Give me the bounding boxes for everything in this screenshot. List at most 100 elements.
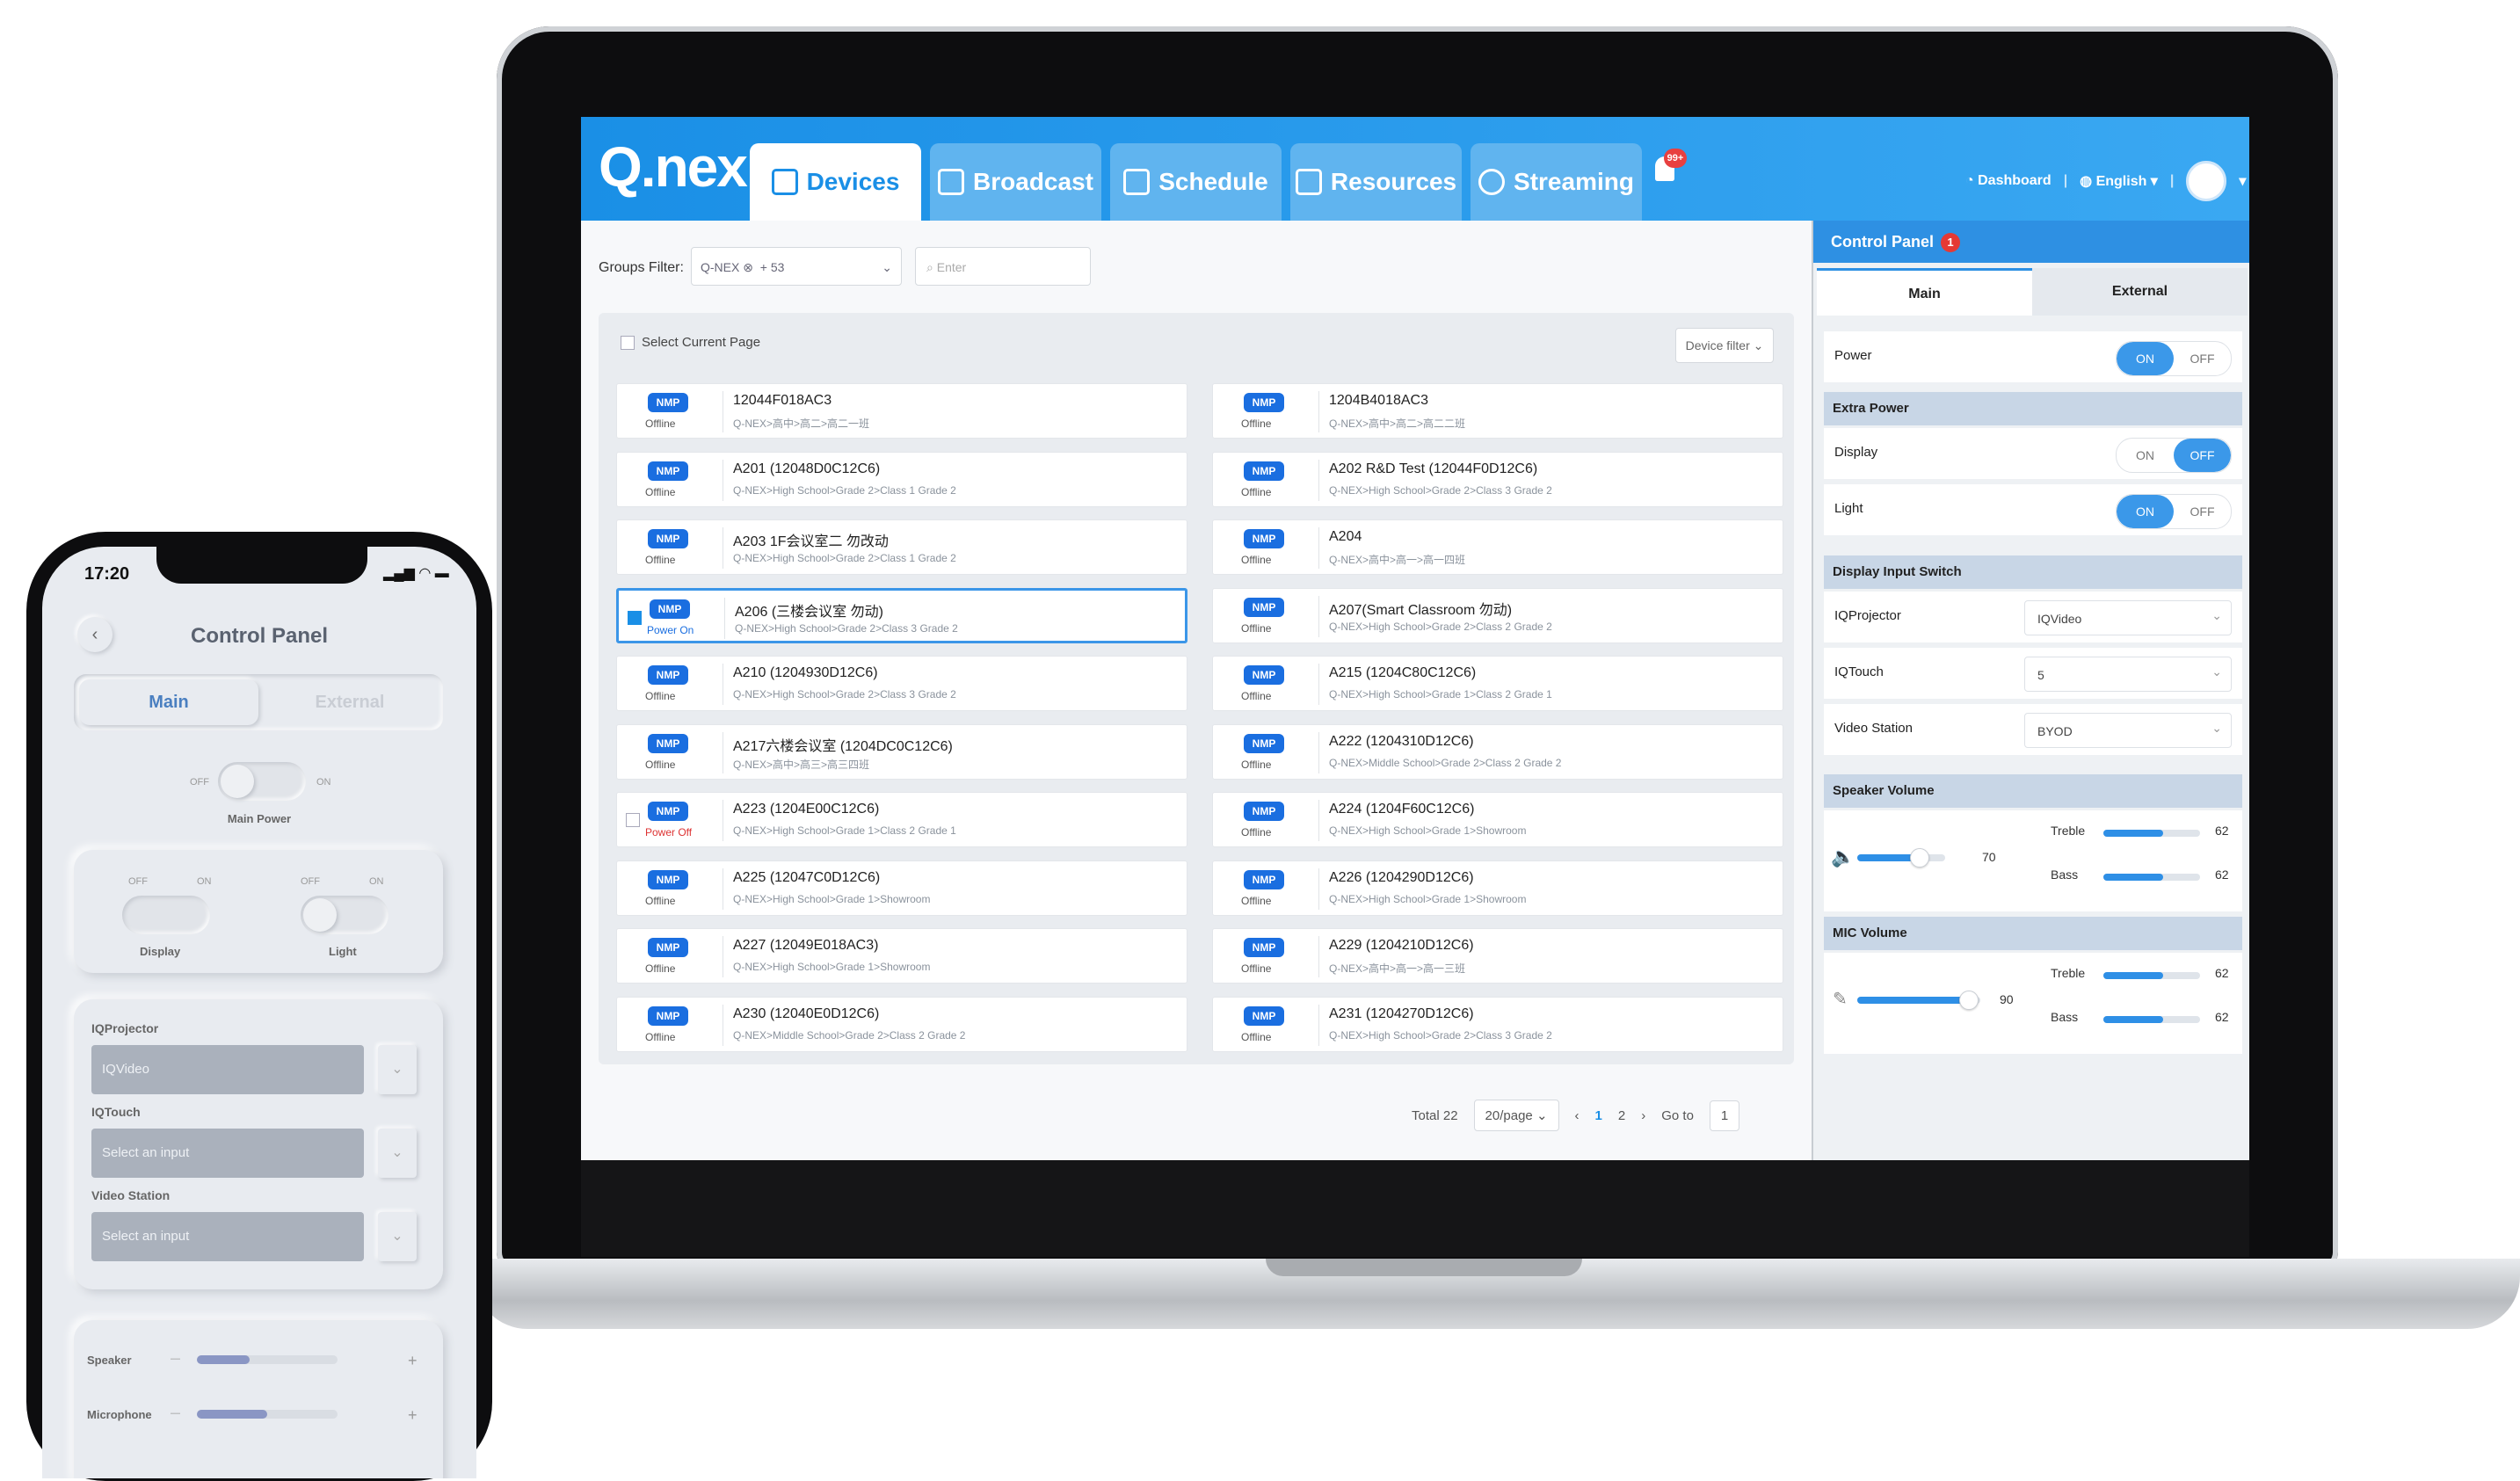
phone-speaker-slider[interactable] xyxy=(197,1355,338,1364)
tab-devices[interactable]: Devices xyxy=(750,143,921,221)
light-toggle[interactable]: ON OFF xyxy=(2116,494,2232,529)
video-station-select[interactable]: BYOD xyxy=(2024,710,2232,748)
chevron-down-icon[interactable]: ⌄ xyxy=(378,1045,417,1094)
video-station-row: Video Station BYOD xyxy=(1824,704,2242,755)
phone-tab-external[interactable]: External xyxy=(260,679,439,725)
tab-external[interactable]: External xyxy=(2032,268,2248,316)
device-icon: NMP xyxy=(648,869,688,889)
mic-slider-knob[interactable] xyxy=(1959,991,1979,1010)
iqtouch-select[interactable]: Select an input xyxy=(91,1129,364,1178)
page-size-select[interactable]: 20/page ⌄ xyxy=(1473,1100,1559,1131)
tab-resources[interactable]: Resources xyxy=(1290,143,1462,221)
speaker-slider-knob[interactable] xyxy=(1910,848,1929,868)
display-switch[interactable] xyxy=(122,896,210,934)
power-toggle[interactable]: ON OFF xyxy=(2116,341,2232,376)
device-status: Offline xyxy=(1241,417,1272,430)
page-1[interactable]: 1 xyxy=(1595,1108,1602,1123)
tab-schedule[interactable]: Schedule xyxy=(1110,143,1282,221)
device-card[interactable]: NMP Offline A227 (12049E018AC3) Q-NEX>High … xyxy=(616,928,1187,984)
bass-slider[interactable] xyxy=(2103,874,2200,881)
checkbox[interactable] xyxy=(628,610,642,625)
treble-slider[interactable] xyxy=(2103,830,2200,837)
device-path: Q-NEX>Middle School>Grade 2>Class 2 Grad… xyxy=(733,1028,966,1042)
mic-bass-slider[interactable] xyxy=(2103,1016,2200,1023)
device-card[interactable]: NMP Offline A224 (1204F60C12C6) Q-NEX>High … xyxy=(1212,792,1783,847)
speaker-volume-heading: Speaker Volume xyxy=(1824,774,2242,808)
device-card[interactable]: NMP Offline A229 (1204210D12C6) Q-NEX>高中>高一… xyxy=(1212,928,1783,984)
iqtouch-select[interactable]: 5 xyxy=(2024,654,2232,692)
device-card[interactable]: NMP Offline A202 R&D Test (12044F0D12C6) Q-… xyxy=(1212,451,1783,507)
device-card[interactable]: NMP Offline 12044F018AC3 Q-NEX>高中>高二>高二一班 xyxy=(616,383,1187,439)
device-card[interactable]: NMP Offline A203 1F会议室二 勿改动 Q-NEX>High Scho… xyxy=(616,519,1187,575)
speaker-slider[interactable] xyxy=(1857,848,1945,868)
device-icon: NMP xyxy=(648,529,688,548)
light-switch[interactable] xyxy=(301,896,389,934)
device-card[interactable]: NMP Offline A210 (1204930D12C6) Q-NEX>High … xyxy=(616,656,1187,711)
goto-input[interactable]: 1 xyxy=(1709,1100,1740,1131)
video-station-select[interactable]: Select an input xyxy=(91,1212,364,1261)
phone-inputs-panel: IQProjector IQVideo ⌄ IQTouch Select an … xyxy=(74,999,443,1289)
tab-main[interactable]: Main xyxy=(1817,268,2032,316)
device-card[interactable]: NMP Offline 1204B4018AC3 Q-NEX>高中>高二>高二二班 xyxy=(1212,383,1783,439)
divider xyxy=(1318,664,1319,705)
device-path: Q-NEX>High School>Grade 1>Showroom xyxy=(733,961,931,973)
device-status: Offline xyxy=(1241,554,1272,566)
app-screen: Q.nex Devices Broadcast Schedule Resourc… xyxy=(581,117,2249,1160)
device-filter-button[interactable]: Device filter ⌄ xyxy=(1675,328,1774,363)
device-status: Offline xyxy=(1241,826,1272,839)
mic-treble-slider[interactable] xyxy=(2103,972,2200,979)
device-status: Offline xyxy=(645,554,676,566)
prev-page-icon[interactable]: ‹ xyxy=(1575,1108,1580,1123)
microphone-fill xyxy=(197,1410,267,1419)
avatar[interactable] xyxy=(2186,161,2227,201)
divider xyxy=(1318,459,1319,501)
device-card[interactable]: NMP Power Off A223 (1204E00C12C6) Q-NEX>Hig… xyxy=(616,792,1187,847)
total-count: Total 22 xyxy=(1412,1107,1458,1123)
phone-microphone-slider[interactable] xyxy=(197,1410,338,1419)
device-card[interactable]: NMP Offline A231 (1204270D12C6) Q-NEX>High … xyxy=(1212,996,1783,1052)
checkbox[interactable] xyxy=(621,335,635,350)
device-card[interactable]: NMP Offline A222 (1204310D12C6) Q-NEX>Middl… xyxy=(1212,723,1783,780)
tab-streaming[interactable]: Streaming xyxy=(1471,143,1642,221)
mic-value: 90 xyxy=(2000,992,2014,1006)
device-path: Q-NEX>High School>Grade 2>Class 3 Grade … xyxy=(1329,483,1552,497)
device-card[interactable]: NMP Offline A207(Smart Classroom 勿动) Q-NEX>… xyxy=(1212,587,1783,643)
search-input[interactable]: ⌕ Enter xyxy=(915,247,1091,286)
main-power-switch[interactable] xyxy=(218,762,306,801)
iqprojector-select[interactable]: IQVideo xyxy=(2024,598,2232,635)
device-status: Offline xyxy=(645,690,676,702)
device-card[interactable]: NMP Offline A201 (12048D0C12C6) Q-NEX>High … xyxy=(616,451,1187,507)
device-name: A225 (12047C0D12C6) xyxy=(733,869,881,885)
divider xyxy=(1318,391,1319,432)
select-current-page[interactable]: Select Current Page xyxy=(621,335,760,350)
divider xyxy=(1318,1004,1319,1046)
mic-volume-panel: ✎ 90 Treble 62 Bass 62 xyxy=(1824,953,2242,1054)
device-card[interactable]: NMP Power On A206 (三楼会议室 勿动) Q-NEX>High Sch… xyxy=(616,587,1187,643)
tab-broadcast[interactable]: Broadcast xyxy=(930,143,1101,221)
device-card[interactable]: NMP Offline A226 (1204290D12C6) Q-NEX>High … xyxy=(1212,860,1783,916)
divider xyxy=(1318,527,1319,569)
language-select[interactable]: ◍ English ▾ xyxy=(2080,172,2158,190)
iqprojector-select[interactable]: IQVideo xyxy=(91,1045,364,1094)
dashboard-link[interactable]: ◔ Dashboard xyxy=(1965,173,2052,189)
device-status: Offline xyxy=(645,485,676,498)
page-2[interactable]: 2 xyxy=(1618,1108,1625,1123)
next-page-icon[interactable]: › xyxy=(1641,1108,1645,1123)
checkbox[interactable] xyxy=(626,813,640,827)
phone-tab-main[interactable]: Main xyxy=(79,679,258,725)
mic-slider[interactable] xyxy=(1857,991,1980,1010)
device-icon: NMP xyxy=(648,393,688,412)
device-path: Q-NEX>高中>高二>高二一班 xyxy=(733,417,870,430)
chevron-down-icon[interactable]: ▾ xyxy=(2239,172,2246,190)
chevron-down-icon[interactable]: ⌄ xyxy=(378,1212,417,1261)
device-icon: NMP xyxy=(1244,529,1284,548)
display-toggle[interactable]: ON OFF xyxy=(2116,438,2232,473)
groups-filter-select[interactable]: Q-NEX ⊗ + 53 ⌄ xyxy=(691,247,902,286)
device-card[interactable]: NMP Offline A204 Q-NEX>高中>高一>高一四班 xyxy=(1212,519,1783,575)
chevron-down-icon[interactable]: ⌄ xyxy=(378,1129,417,1178)
device-card[interactable]: NMP Offline A217六楼会议室 (1204DC0C12C6) Q-NEX>… xyxy=(616,723,1187,780)
device-card[interactable]: NMP Offline A230 (12040E0D12C6) Q-NEX>Middl… xyxy=(616,996,1187,1052)
device-name: A229 (1204210D12C6) xyxy=(1329,938,1474,953)
device-card[interactable]: NMP Offline A225 (12047C0D12C6) Q-NEX>High … xyxy=(616,860,1187,916)
device-card[interactable]: NMP Offline A215 (1204C80C12C6) Q-NEX>High … xyxy=(1212,656,1783,711)
